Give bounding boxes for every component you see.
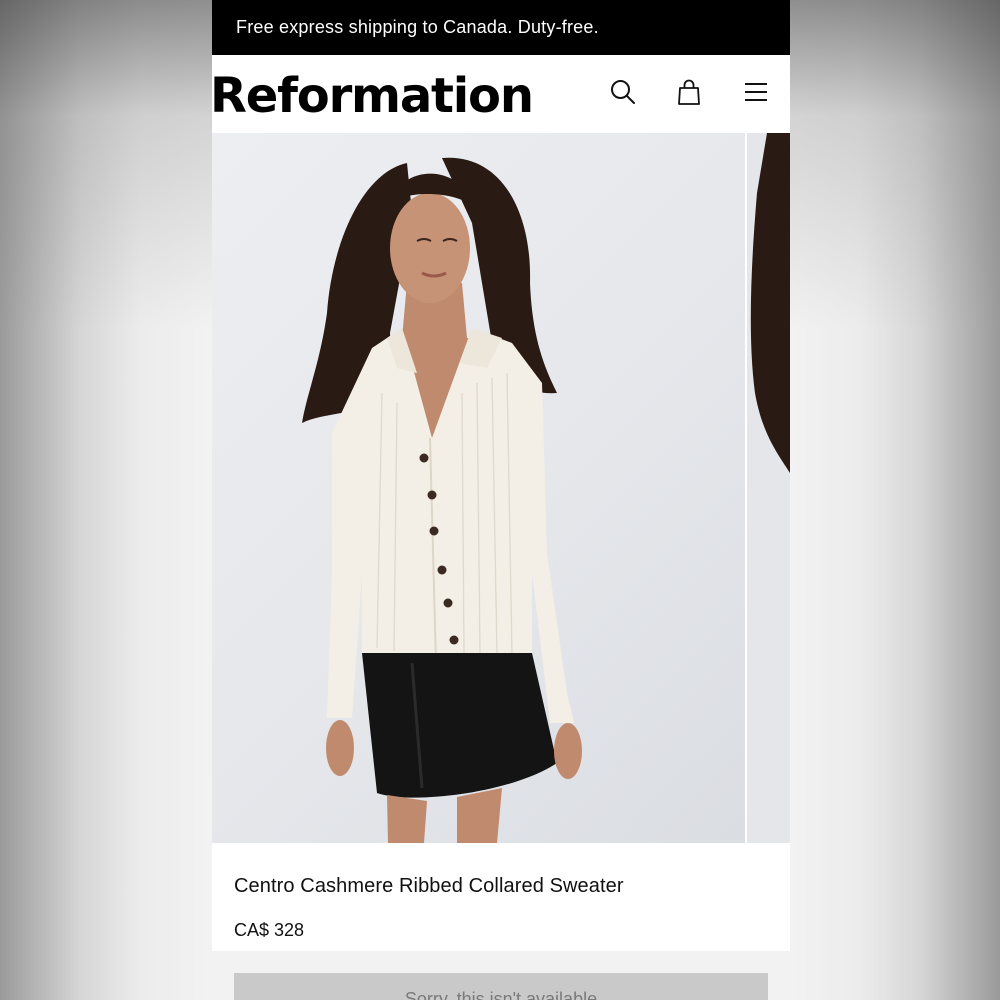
search-icon[interactable] [608, 77, 638, 107]
product-image[interactable] [212, 133, 745, 843]
product-info: Centro Cashmere Ribbed Collared Sweater … [212, 843, 790, 951]
next-product-image[interactable] [747, 133, 790, 843]
promo-banner[interactable]: Free express shipping to Canada. Duty-fr… [212, 0, 790, 55]
unavailable-button[interactable]: Sorry, this isn't available [234, 973, 768, 1000]
product-name: Centro Cashmere Ribbed Collared Sweater [234, 875, 624, 897]
shopping-bag-icon[interactable] [674, 77, 704, 107]
product-price: CA$ 328 [234, 920, 305, 940]
mobile-page: Free express shipping to Canada. Duty-fr… [212, 0, 790, 1000]
product-gallery[interactable] [212, 133, 790, 843]
hamburger-menu-icon[interactable] [741, 77, 771, 107]
model-photo-illustration [302, 157, 582, 843]
site-header: Reformation [212, 55, 790, 133]
promo-text: Free express shipping to Canada. Duty-fr… [236, 17, 599, 37]
brand-logo[interactable]: Reformation [212, 65, 534, 127]
model-photo-illustration-next [750, 133, 790, 473]
